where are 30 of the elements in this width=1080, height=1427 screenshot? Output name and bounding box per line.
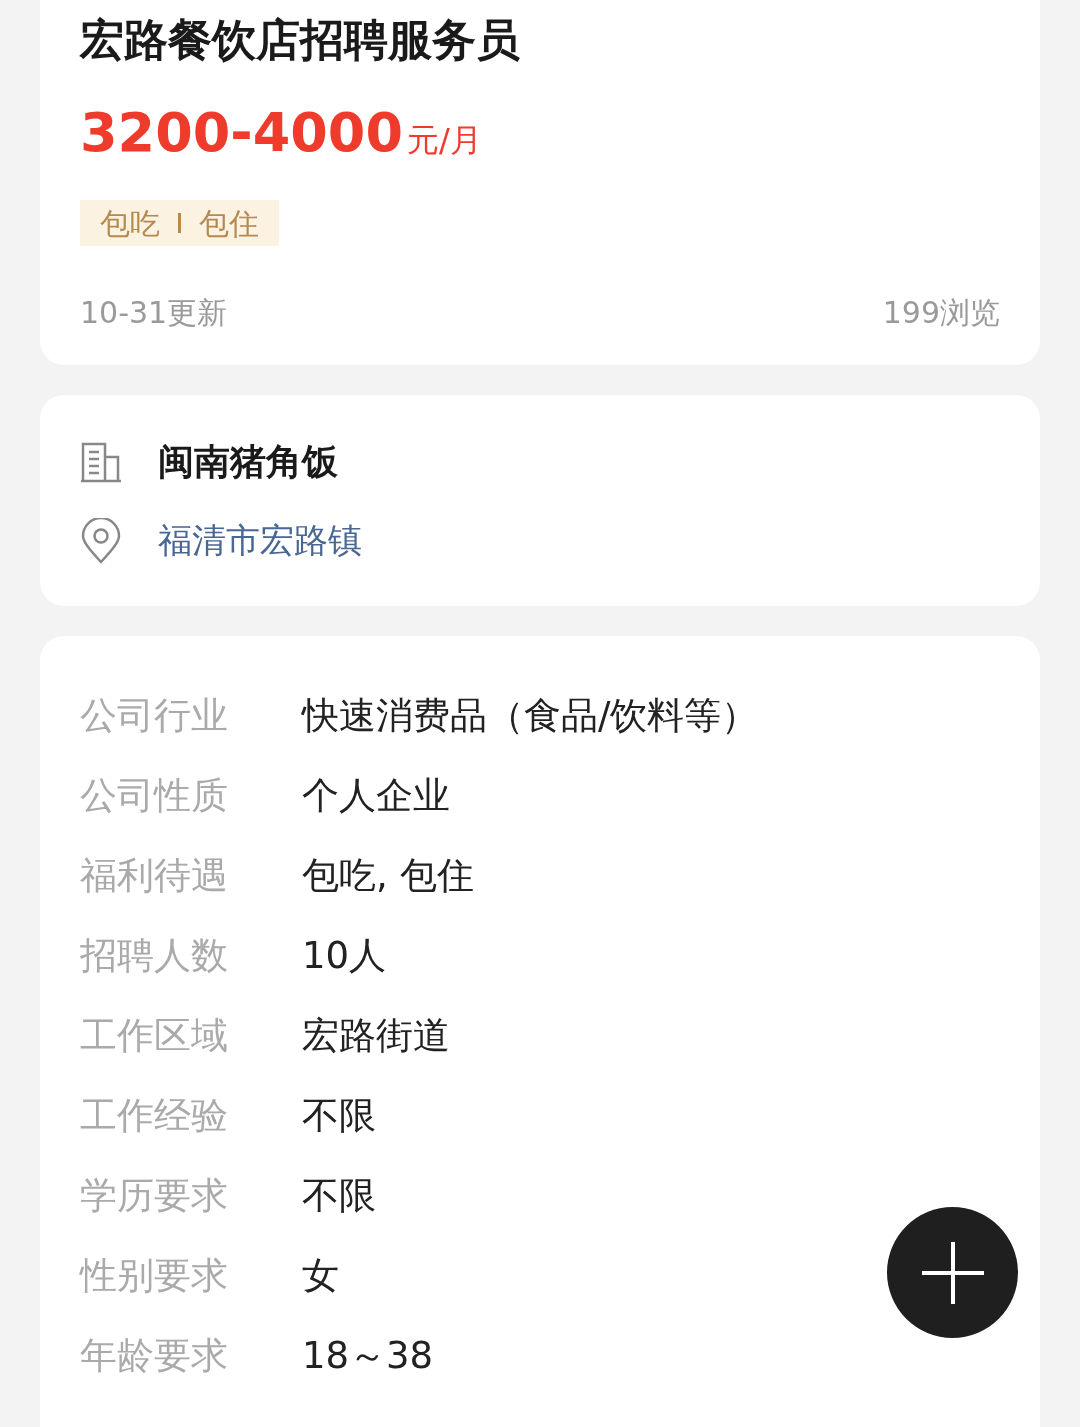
detail-value: 18～38 <box>302 1333 434 1380</box>
tag-text: 包吃 <box>100 204 160 243</box>
detail-label: 学历要求 <box>80 1173 229 1220</box>
update-date: 10-31更新 <box>80 294 228 332</box>
salary-unit: 元/月 <box>407 120 482 161</box>
building-icon <box>80 441 122 483</box>
detail-value: 不限 <box>302 1173 376 1220</box>
detail-value: 宏路街道 <box>302 1013 450 1060</box>
detail-label: 公司行业 <box>80 693 229 740</box>
detail-label: 福利待遇 <box>80 853 229 900</box>
detail-value: 包吃, 包住 <box>302 853 474 900</box>
job-title: 宏路餐饮店招聘服务员 <box>80 13 521 67</box>
detail-value: 不限 <box>302 1093 376 1140</box>
detail-label: 年龄要求 <box>80 1333 229 1380</box>
company-name: 闽南猪角饭 <box>158 440 338 484</box>
detail-value: 女 <box>302 1253 339 1300</box>
view-count: 199浏览 <box>882 294 1000 332</box>
detail-label: 性别要求 <box>80 1253 229 1300</box>
salary: 3200-4000 <box>80 100 403 166</box>
company-address: 福清市宏路镇 <box>158 519 362 562</box>
detail-label: 工作区域 <box>80 1013 229 1060</box>
tag-text: 包住 <box>199 204 259 243</box>
detail-value: 个人企业 <box>302 773 450 820</box>
detail-label: 工作经验 <box>80 1093 229 1140</box>
detail-label: 招聘人数 <box>80 933 229 980</box>
location-pin-icon <box>80 517 122 564</box>
detail-label: 公司性质 <box>80 773 229 820</box>
detail-value: 10人 <box>302 933 387 980</box>
detail-value: 快速消费品（食品/饮料等） <box>302 693 759 740</box>
plus-icon <box>921 1241 984 1304</box>
